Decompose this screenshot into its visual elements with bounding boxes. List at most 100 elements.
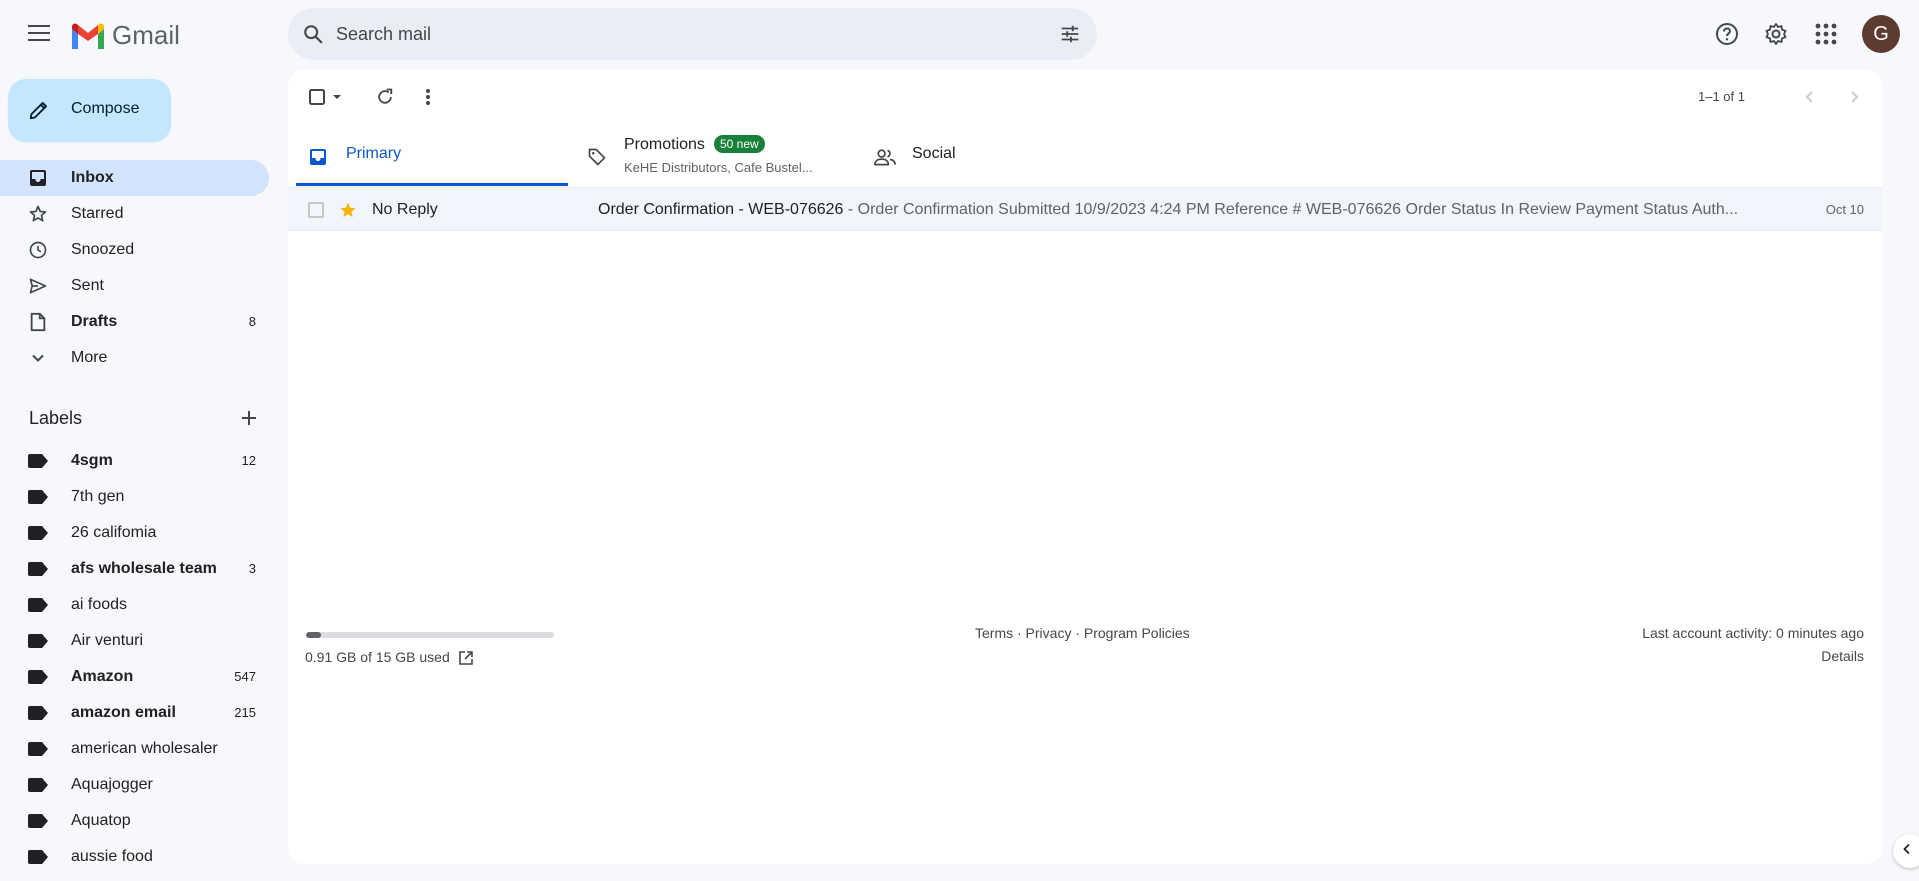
details-link[interactable]: Details xyxy=(1821,648,1864,664)
email-preview: Order Confirmation - WEB-076626 - Order … xyxy=(598,201,1758,219)
label-item[interactable]: Aquajogger xyxy=(0,767,269,803)
label-tag-icon xyxy=(28,778,48,792)
label-tag-icon xyxy=(28,598,48,612)
compose-button[interactable]: Compose xyxy=(8,79,171,142)
label-item[interactable]: amazon email 215 xyxy=(0,695,269,731)
tab-social[interactable]: Social xyxy=(874,126,1146,186)
select-all-checkbox[interactable] xyxy=(308,84,350,110)
label-item[interactable]: american wholesaler xyxy=(0,731,269,767)
category-tabs: Primary Promotions 50 new KeHE Distribut… xyxy=(296,126,1872,186)
label-item[interactable]: Air venturi xyxy=(0,623,269,659)
star-icon[interactable] xyxy=(338,200,358,220)
label-item[interactable]: 7th gen xyxy=(0,479,269,515)
label-name: 26 califomia xyxy=(71,524,157,541)
label-tag-icon xyxy=(28,454,48,468)
sidebar-item-label: More xyxy=(71,349,108,366)
sidebar-item-snoozed[interactable]: Snoozed xyxy=(0,232,269,268)
main-panel: 1–1 of 1 Primary Promotions 50 new KeHE … xyxy=(288,70,1882,864)
clock-icon xyxy=(28,240,48,260)
inbox-icon xyxy=(307,146,329,168)
inbox-icon xyxy=(28,168,48,188)
tag-icon xyxy=(586,146,608,168)
pencil-icon xyxy=(26,97,52,123)
sidebar-item-inbox[interactable]: Inbox xyxy=(0,160,269,196)
menu-icon xyxy=(28,24,50,46)
sidebar-item-more[interactable]: More xyxy=(0,340,269,376)
sidebar-item-label: Snoozed xyxy=(71,241,135,258)
label-name: Air venturi xyxy=(71,632,144,649)
apps-grid-icon[interactable] xyxy=(1808,16,1844,52)
account-avatar[interactable]: G xyxy=(1862,15,1900,53)
draft-icon xyxy=(28,312,48,332)
tab-label: Promotions xyxy=(624,136,705,153)
label-name: aussie food xyxy=(71,848,153,865)
label-count: 3 xyxy=(248,561,256,576)
refresh-icon[interactable] xyxy=(372,84,398,110)
sidebar-item-sent[interactable]: Sent xyxy=(0,268,269,304)
sidebar-item-label: Drafts xyxy=(71,313,118,330)
email-row[interactable]: No Reply Order Confirmation - WEB-076626… xyxy=(288,187,1882,231)
chevron-left-icon xyxy=(1901,842,1913,860)
account-activity: Last account activity: 0 minutes ago xyxy=(1642,625,1864,641)
label-name: american wholesaler xyxy=(71,740,218,757)
label-count: 12 xyxy=(241,453,256,468)
gmail-logo-icon xyxy=(72,23,104,49)
label-name: 4sgm xyxy=(71,452,113,469)
new-count-badge: 50 new xyxy=(714,135,765,153)
menu-button[interactable] xyxy=(20,16,58,54)
gear-icon[interactable] xyxy=(1758,16,1794,52)
search-icon[interactable] xyxy=(300,21,326,47)
label-item[interactable]: afs wholesale team 3 xyxy=(0,551,269,587)
label-tag-icon xyxy=(28,814,48,828)
send-icon xyxy=(28,276,48,296)
help-icon[interactable] xyxy=(1709,16,1745,52)
label-name: ai foods xyxy=(71,596,128,613)
label-item[interactable]: ai foods xyxy=(0,587,269,623)
email-date: Oct 10 xyxy=(1825,202,1864,217)
label-tag-icon xyxy=(28,526,48,540)
sidebar-nav: Inbox Starred Snoozed Sent Drafts 8 More xyxy=(0,160,270,376)
labels-list: 4sgm 12 7th gen 26 califomia afs wholesa… xyxy=(0,443,270,875)
label-item[interactable]: Amazon 547 xyxy=(0,659,269,695)
sidebar-item-drafts[interactable]: Drafts 8 xyxy=(0,304,269,340)
label-name: Aquatop xyxy=(71,812,131,829)
label-name: Amazon xyxy=(71,668,134,685)
label-count: 547 xyxy=(234,669,256,684)
compose-label: Compose xyxy=(71,100,140,117)
label-name: afs wholesale team xyxy=(71,560,217,577)
sidebar-item-label: Starred xyxy=(71,205,124,222)
tab-label: Social xyxy=(912,145,956,162)
chevron-right-icon[interactable] xyxy=(1842,84,1866,110)
row-checkbox[interactable] xyxy=(308,202,324,218)
search-input[interactable] xyxy=(336,8,1016,60)
search-bar[interactable] xyxy=(288,8,1097,60)
label-name: 7th gen xyxy=(71,488,125,505)
storage-bar xyxy=(306,632,554,638)
footer-links[interactable]: Terms · Privacy · Program Policies xyxy=(975,625,1190,641)
people-icon xyxy=(874,146,896,168)
star-outline-icon xyxy=(28,204,48,224)
label-item[interactable]: Aquatop xyxy=(0,803,269,839)
sidebar-item-label: Inbox xyxy=(71,169,114,186)
sidebar-item-label: Sent xyxy=(71,277,104,294)
label-item[interactable]: 26 califomia xyxy=(0,515,269,551)
more-vert-icon[interactable] xyxy=(418,84,438,110)
tab-promotions[interactable]: Promotions 50 new KeHE Distributors, Caf… xyxy=(586,126,856,186)
label-item[interactable]: 4sgm 12 xyxy=(0,443,269,479)
label-tag-icon xyxy=(28,742,48,756)
email-snippet: - Order Confirmation Submitted 10/9/2023… xyxy=(843,201,1739,218)
email-subject: Order Confirmation - WEB-076626 xyxy=(598,201,844,218)
chevron-left-icon[interactable] xyxy=(1798,84,1822,110)
label-item[interactable]: aussie food xyxy=(0,839,269,875)
tab-primary[interactable]: Primary xyxy=(296,126,568,186)
open-in-new-icon[interactable] xyxy=(456,648,476,668)
chevron-down-icon xyxy=(28,348,48,368)
plus-icon[interactable] xyxy=(236,405,262,431)
label-name: amazon email xyxy=(71,704,176,721)
side-panel-toggle[interactable] xyxy=(1893,834,1919,868)
sidebar-item-starred[interactable]: Starred xyxy=(0,196,269,232)
mail-toolbar: 1–1 of 1 xyxy=(288,70,1882,124)
gmail-logo[interactable]: Gmail xyxy=(70,18,180,52)
tune-icon[interactable] xyxy=(1057,21,1083,47)
tab-sub-label: KeHE Distributors, Cafe Bustel... xyxy=(624,160,813,175)
